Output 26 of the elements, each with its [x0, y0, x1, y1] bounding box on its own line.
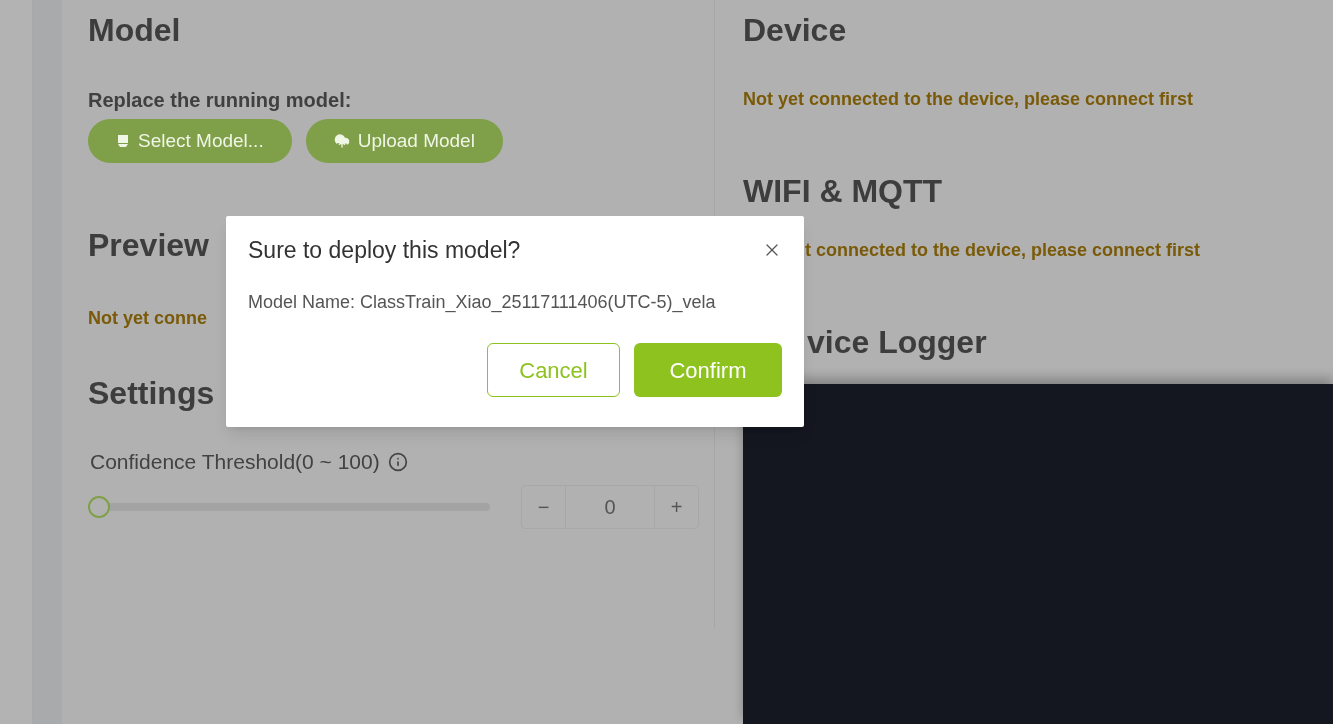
model-icon — [116, 134, 130, 148]
confirm-button[interactable]: Confirm — [634, 343, 782, 397]
info-icon[interactable] — [387, 452, 408, 472]
dialog-message: Model Name: ClassTrain_Xiao_25117111406(UTC-5)_vela — [248, 291, 717, 313]
warning-message: Not yet connected to the device, please connect first — [743, 88, 1194, 110]
slider[interactable] — [88, 496, 490, 518]
threshold-label: Confidence Threshold(0 ~ 100) — [90, 449, 380, 475]
cancel-button[interactable]: Cancel — [487, 343, 620, 397]
model-button[interactable]: Select Model... — [88, 119, 292, 163]
section-title: WIFI & MQTT — [743, 172, 943, 211]
warning-message: Not yet conne — [88, 307, 207, 329]
replace-model-label: Replace the running model: — [88, 88, 353, 112]
section-title: vice Logger — [807, 323, 987, 362]
number-stepper[interactable]: − 0 + — [521, 485, 699, 529]
dialog-title: Sure to deploy this model? — [248, 236, 521, 264]
increment-button[interactable]: + — [654, 486, 698, 528]
warning-message: t connected to the device, please connect first — [805, 239, 1201, 261]
slider-thumb[interactable] — [88, 496, 110, 518]
cloud-upload-icon — [333, 133, 350, 149]
decrement-button[interactable]: − — [522, 486, 566, 528]
section-title: Settings — [88, 374, 215, 413]
number-value[interactable]: 0 — [566, 486, 654, 528]
section-title: Model — [88, 11, 182, 50]
section-title: Preview — [88, 226, 209, 265]
model-button[interactable]: Upload Model — [305, 119, 503, 163]
section-title: Device — [743, 11, 847, 50]
